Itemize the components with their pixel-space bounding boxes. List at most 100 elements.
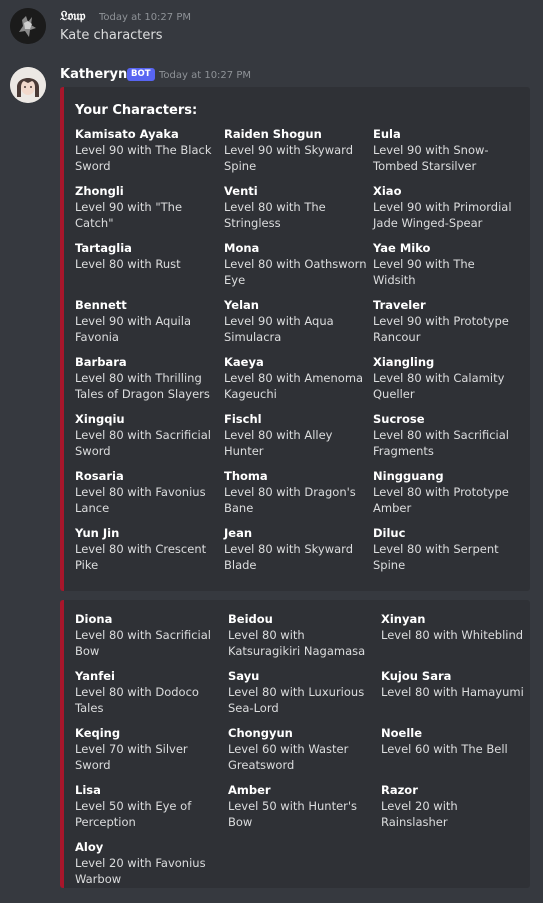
character-field: Kamisato Ayaka Level 90 with The Black Sw… <box>75 126 218 174</box>
character-field: Eula Level 90 with Snow-Tombed Starsilver <box>373 126 516 174</box>
character-name: Raiden Shogun <box>224 127 322 141</box>
character-field: Sucrose Level 80 with Sacrificial Fragmen… <box>373 411 516 459</box>
character-name: Sayu <box>228 669 260 683</box>
avatar-image-icon <box>10 8 46 44</box>
character-field: Keqing Level 70 with Silver Sword <box>75 725 224 773</box>
character-name: Beidou <box>228 612 273 626</box>
avatar-loup[interactable] <box>10 8 46 44</box>
character-name: Yun Jin <box>75 526 120 540</box>
character-level-weapon: Level 60 with Waster Greatsword <box>228 742 349 772</box>
character-level-weapon: Level 90 with "The Catch" <box>75 200 183 230</box>
character-level-weapon: Level 80 with Prototype Amber <box>373 485 509 515</box>
character-field: Tartaglia Level 80 with Rust <box>75 240 218 272</box>
character-field: Beidou Level 80 with Katsuragikiri Nagama… <box>228 611 377 659</box>
character-field: Yun Jin Level 80 with Crescent Pike <box>75 525 218 573</box>
character-name: Kaeya <box>224 355 264 369</box>
username-katheryne[interactable]: Katheryne <box>60 67 136 82</box>
character-field: Amber Level 50 with Hunter's Bow <box>228 782 377 830</box>
message-timestamp: Today at 10:27 PM <box>159 70 251 81</box>
character-level-weapon: Level 90 with Snow-Tombed Starsilver <box>373 143 489 173</box>
character-field: Jean Level 80 with Skyward Blade <box>224 525 367 573</box>
character-field: Xinyan Level 80 with Whiteblind <box>381 611 524 643</box>
character-level-weapon: Level 80 with Sacrificial Bow <box>75 628 211 658</box>
character-name: Lisa <box>75 783 101 797</box>
character-level-weapon: Level 80 with Dodoco Tales <box>75 685 199 715</box>
character-level-weapon: Level 50 with Hunter's Bow <box>228 799 358 829</box>
avatar-image-icon <box>10 67 46 103</box>
character-name: Sucrose <box>373 412 425 426</box>
character-name: Yae Miko <box>373 241 431 255</box>
character-field: Sayu Level 80 with Luxurious Sea-Lord <box>228 668 377 716</box>
character-name: Yanfei <box>75 669 115 683</box>
character-name: Mona <box>224 241 260 255</box>
character-field: Diona Level 80 with Sacrificial Bow <box>75 611 224 659</box>
character-level-weapon: Level 80 with Serpent Spine <box>373 542 499 572</box>
character-field: Xingqiu Level 80 with Sacrificial Sword <box>75 411 218 459</box>
character-level-weapon: Level 80 with Thrilling Tales of Dragon … <box>75 371 210 401</box>
character-name: Tartaglia <box>75 241 132 255</box>
character-field: Venti Level 80 with The Stringless <box>224 183 367 231</box>
character-field: Lisa Level 50 with Eye of Perception <box>75 782 224 830</box>
character-name: Xiao <box>373 184 402 198</box>
character-level-weapon: Level 80 with Favonius Lance <box>75 485 206 515</box>
character-field: Yanfei Level 80 with Dodoco Tales <box>75 668 224 716</box>
embed-title: Your Characters: <box>75 103 198 118</box>
username-loup[interactable]: 𝔏𝔬𝔲𝔭 <box>60 9 85 24</box>
character-field: Bennett Level 90 with Aquila Favonia <box>75 297 218 345</box>
character-name: Venti <box>224 184 258 198</box>
character-level-weapon: Level 20 with Rainslasher <box>381 799 458 829</box>
character-name: Razor <box>381 783 418 797</box>
character-field: Xiao Level 90 with Primordial Jade Winged… <box>373 183 516 231</box>
character-name: Chongyun <box>228 726 293 740</box>
character-field: Thoma Level 80 with Dragon's Bane <box>224 468 367 516</box>
character-name: Yelan <box>224 298 259 312</box>
character-field: Aloy Level 20 with Favonius Warbow <box>75 839 224 887</box>
character-name: Bennett <box>75 298 127 312</box>
character-field: Zhongli Level 90 with "The Catch" <box>75 183 218 231</box>
character-level-weapon: Level 80 with Alley Hunter <box>224 428 333 458</box>
character-level-weapon: Level 20 with Favonius Warbow <box>75 856 206 886</box>
character-field: Yae Miko Level 90 with The Widsith <box>373 240 516 288</box>
character-level-weapon: Level 80 with Sacrificial Fragments <box>373 428 509 458</box>
character-field: Mona Level 80 with Oathsworn Eye <box>224 240 367 288</box>
character-field: Yelan Level 90 with Aqua Simulacra <box>224 297 367 345</box>
character-name: Eula <box>373 127 401 141</box>
character-name: Keqing <box>75 726 121 740</box>
character-field: Kujou Sara Level 80 with Hamayumi <box>381 668 524 700</box>
character-name: Amber <box>228 783 271 797</box>
character-name: Noelle <box>381 726 423 740</box>
character-name: Thoma <box>224 469 268 483</box>
character-level-weapon: Level 50 with Eye of Perception <box>75 799 192 829</box>
character-name: Xiangling <box>373 355 435 369</box>
character-level-weapon: Level 80 with Crescent Pike <box>75 542 207 572</box>
message-text: Kate characters <box>60 28 163 43</box>
character-level-weapon: Level 90 with Aqua Simulacra <box>224 314 334 344</box>
character-level-weapon: Level 80 with Rust <box>75 257 181 271</box>
character-level-weapon: Level 80 with The Stringless <box>224 200 326 230</box>
character-level-weapon: Level 80 with Skyward Blade <box>224 542 353 572</box>
character-field: Razor Level 20 with Rainslasher <box>381 782 524 830</box>
character-level-weapon: Level 80 with Hamayumi <box>381 685 524 699</box>
character-name: Xingqiu <box>75 412 125 426</box>
character-name: Diona <box>75 612 113 626</box>
character-level-weapon: Level 90 with Skyward Spine <box>224 143 353 173</box>
avatar-katheryne[interactable] <box>10 67 46 103</box>
character-field: Kaeya Level 80 with Amenoma Kageuchi <box>224 354 367 402</box>
character-field: Traveler Level 90 with Prototype Rancour <box>373 297 516 345</box>
character-level-weapon: Level 70 with Silver Sword <box>75 742 188 772</box>
character-field: Diluc Level 80 with Serpent Spine <box>373 525 516 573</box>
character-level-weapon: Level 80 with Amenoma Kageuchi <box>224 371 364 401</box>
embed-characters-2: Diona Level 80 with Sacrificial Bow Beidou… <box>60 600 530 888</box>
character-level-weapon: Level 90 with Primordial Jade Winged-Spe… <box>373 200 512 230</box>
character-name: Ningguang <box>373 469 444 483</box>
character-level-weapon: Level 80 with Dragon's Bane <box>224 485 356 515</box>
character-name: Aloy <box>75 840 104 854</box>
character-name: Fischl <box>224 412 262 426</box>
character-name: Jean <box>224 526 253 540</box>
character-name: Kujou Sara <box>381 669 452 683</box>
character-name: Xinyan <box>381 612 426 626</box>
character-field: Noelle Level 60 with The Bell <box>381 725 524 757</box>
character-level-weapon: Level 90 with Aquila Favonia <box>75 314 192 344</box>
message-timestamp: Today at 10:27 PM <box>99 12 191 23</box>
character-level-weapon: Level 90 with Prototype Rancour <box>373 314 509 344</box>
